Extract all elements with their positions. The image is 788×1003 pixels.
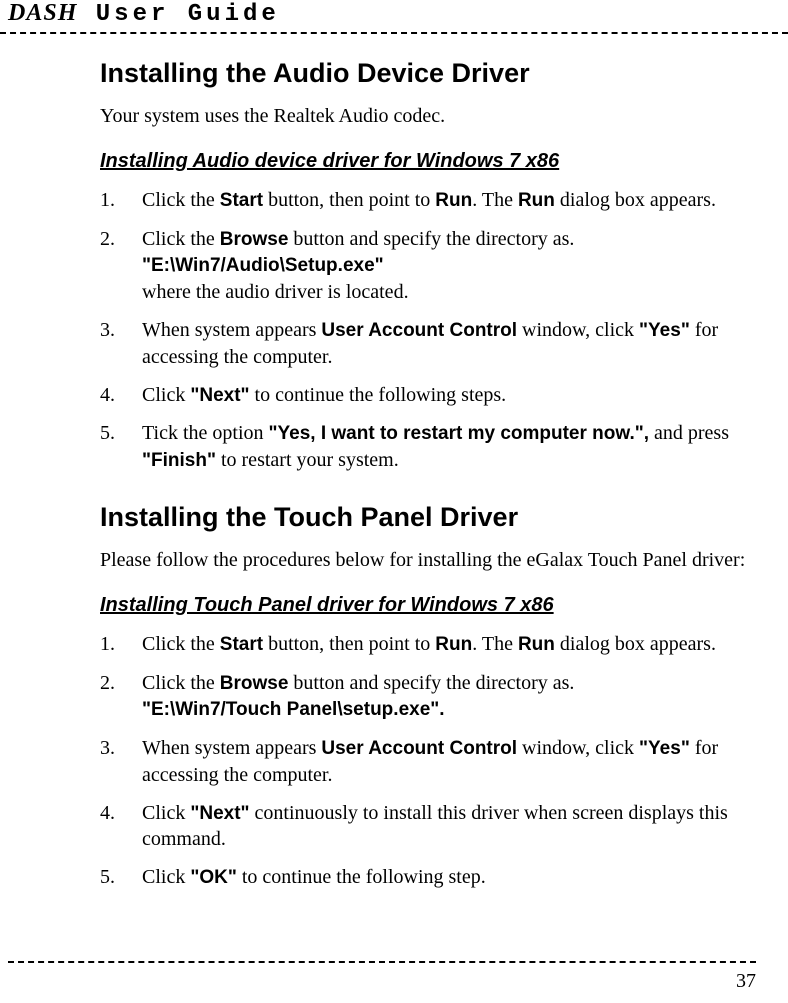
list-item: Click the Browse button and specify the … xyxy=(100,226,750,305)
list-item: When system appears User Account Control… xyxy=(100,735,750,788)
section1-heading: Installing the Audio Device Driver xyxy=(100,58,750,89)
list-item: Tick the option "Yes, I want to restart … xyxy=(100,420,750,473)
list-item: Click "Next" to continue the following s… xyxy=(100,382,750,409)
list-item: Click "OK" to continue the following ste… xyxy=(100,864,750,891)
header-prefix: DASH xyxy=(8,0,77,26)
header-text: User Guide xyxy=(96,1,280,28)
section1-subheading: Installing Audio device driver for Windo… xyxy=(100,150,750,173)
section2-steps: Click the Start button, then point to Ru… xyxy=(100,631,750,891)
header-title: DASH User Guide xyxy=(8,1,280,28)
footer-divider xyxy=(8,961,756,963)
page-content: Installing the Audio Device Driver Your … xyxy=(0,38,750,891)
page-number: 37 xyxy=(736,970,756,993)
list-item: When system appears User Account Control… xyxy=(100,317,750,370)
section2-heading: Installing the Touch Panel Driver xyxy=(100,502,750,533)
section1-intro: Your system uses the Realtek Audio codec… xyxy=(100,105,750,128)
section1-steps: Click the Start button, then point to Ru… xyxy=(100,187,750,474)
list-item: Click the Start button, then point to Ru… xyxy=(100,631,750,658)
section2-subheading: Installing Touch Panel driver for Window… xyxy=(100,594,750,617)
list-item: Click the Browse button and specify the … xyxy=(100,670,750,723)
list-item: Click "Next" continuously to install thi… xyxy=(100,800,750,853)
section2-intro: Please follow the procedures below for i… xyxy=(100,549,750,572)
list-item: Click the Start button, then point to Ru… xyxy=(100,187,750,214)
page-header: DASH User Guide xyxy=(0,0,788,34)
